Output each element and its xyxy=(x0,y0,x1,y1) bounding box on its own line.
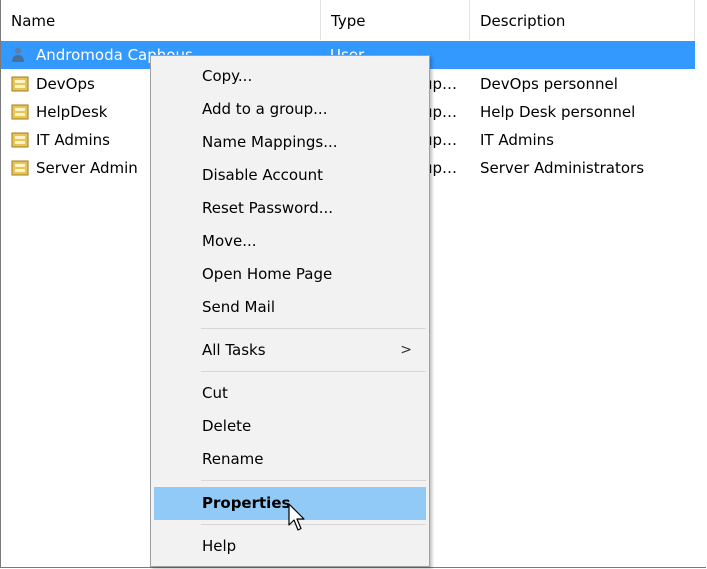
menu-separator xyxy=(201,371,426,372)
menu-item-reset-password[interactable]: Reset Password... xyxy=(154,192,426,225)
row-description: IT Admins xyxy=(480,131,554,149)
row-name: IT Admins xyxy=(36,131,110,149)
menu-item-add-to-group[interactable]: Add to a group... xyxy=(154,93,426,126)
row-description xyxy=(480,41,695,69)
group-icon xyxy=(11,104,29,120)
menu-separator xyxy=(201,524,426,525)
menu-item-help[interactable]: Help xyxy=(154,530,426,563)
menu-item-cut[interactable]: Cut xyxy=(154,377,426,410)
menu-item-disable-account[interactable]: Disable Account xyxy=(154,159,426,192)
column-header-description[interactable]: Description xyxy=(470,0,695,40)
menu-separator xyxy=(201,328,426,329)
row-description: Help Desk personnel xyxy=(480,103,636,121)
menu-item-name-mappings[interactable]: Name Mappings... xyxy=(154,126,426,159)
row-description: Server Administrators xyxy=(480,159,645,177)
user-icon xyxy=(12,47,24,62)
group-icon xyxy=(11,132,29,148)
menu-item-copy[interactable]: Copy... xyxy=(154,60,426,93)
context-menu: Copy... Add to a group... Name Mappings.… xyxy=(150,55,430,567)
row-name: DevOps xyxy=(36,75,95,93)
menu-item-all-tasks[interactable]: All Tasks > xyxy=(154,334,426,367)
column-header-name[interactable]: Name xyxy=(1,0,321,40)
group-icon xyxy=(11,76,29,92)
column-header-type[interactable]: Type xyxy=(321,0,470,40)
menu-item-move[interactable]: Move... xyxy=(154,225,426,258)
chevron-right-icon: > xyxy=(400,342,412,358)
column-header-bar: Name Type Description xyxy=(1,0,706,40)
row-name: Server Admin xyxy=(36,159,138,177)
menu-item-open-home-page[interactable]: Open Home Page xyxy=(154,258,426,291)
row-description: DevOps personnel xyxy=(480,75,618,93)
menu-item-rename[interactable]: Rename xyxy=(154,443,426,476)
menu-item-send-mail[interactable]: Send Mail xyxy=(154,291,426,324)
group-icon xyxy=(11,160,29,176)
mouse-pointer-icon xyxy=(288,503,305,531)
menu-separator xyxy=(201,480,426,481)
menu-item-label: All Tasks xyxy=(202,341,266,359)
menu-item-delete[interactable]: Delete xyxy=(154,410,426,443)
row-name: HelpDesk xyxy=(36,103,108,121)
